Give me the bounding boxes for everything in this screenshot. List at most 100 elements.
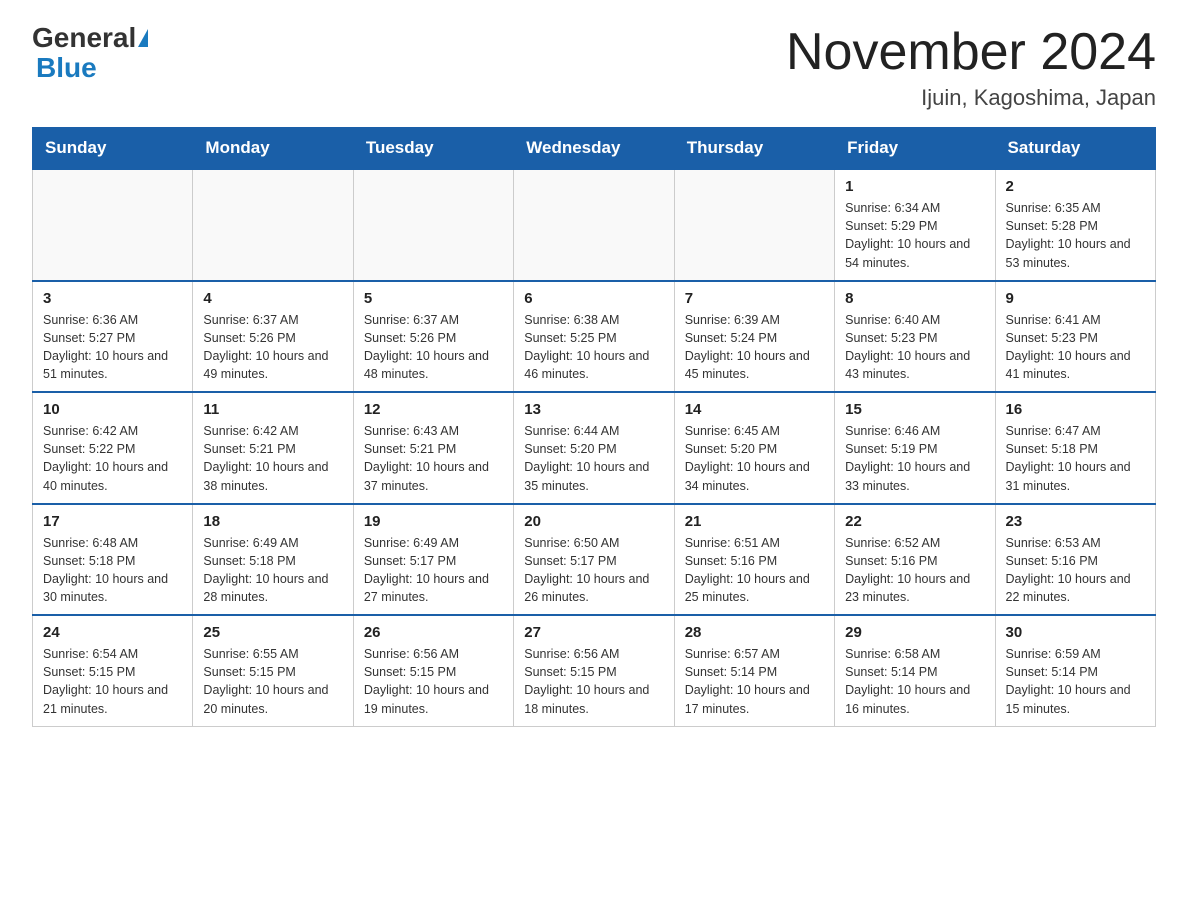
weekday-header-thursday: Thursday <box>674 128 834 170</box>
calendar-cell: 15 Sunrise: 6:46 AMSunset: 5:19 PMDayligh… <box>835 392 995 504</box>
day-number: 25 <box>203 624 342 641</box>
day-info: Sunrise: 6:42 AMSunset: 5:22 PMDaylight:… <box>43 422 182 495</box>
day-info: Sunrise: 6:39 AMSunset: 5:24 PMDaylight:… <box>685 311 824 384</box>
day-number: 11 <box>203 401 342 418</box>
calendar-week-row: 24 Sunrise: 6:54 AMSunset: 5:15 PMDayligh… <box>33 615 1156 726</box>
logo-general-text: General <box>32 24 136 52</box>
page-header: General Blue November 2024 Ijuin, Kagosh… <box>32 24 1156 111</box>
weekday-header-row: SundayMondayTuesdayWednesdayThursdayFrid… <box>33 128 1156 170</box>
calendar-cell: 10 Sunrise: 6:42 AMSunset: 5:22 PMDayligh… <box>33 392 193 504</box>
weekday-header-saturday: Saturday <box>995 128 1155 170</box>
title-section: November 2024 Ijuin, Kagoshima, Japan <box>786 24 1156 111</box>
calendar-title: November 2024 <box>786 24 1156 81</box>
day-info: Sunrise: 6:36 AMSunset: 5:27 PMDaylight:… <box>43 311 182 384</box>
day-number: 15 <box>845 401 984 418</box>
logo: General Blue <box>32 24 150 84</box>
calendar-cell: 16 Sunrise: 6:47 AMSunset: 5:18 PMDayligh… <box>995 392 1155 504</box>
day-number: 23 <box>1006 513 1145 530</box>
calendar-cell: 7 Sunrise: 6:39 AMSunset: 5:24 PMDaylight… <box>674 281 834 393</box>
day-number: 7 <box>685 290 824 307</box>
calendar-cell: 20 Sunrise: 6:50 AMSunset: 5:17 PMDayligh… <box>514 504 674 616</box>
day-number: 14 <box>685 401 824 418</box>
calendar-cell: 22Sunrise: 6:52 AMSunset: 5:16 PMDayligh… <box>835 504 995 616</box>
weekday-header-wednesday: Wednesday <box>514 128 674 170</box>
calendar-week-row: 3 Sunrise: 6:36 AMSunset: 5:27 PMDaylight… <box>33 281 1156 393</box>
day-number: 24 <box>43 624 182 641</box>
day-number: 20 <box>524 513 663 530</box>
calendar-subtitle: Ijuin, Kagoshima, Japan <box>786 85 1156 111</box>
day-number: 13 <box>524 401 663 418</box>
calendar-cell: 24 Sunrise: 6:54 AMSunset: 5:15 PMDayligh… <box>33 615 193 726</box>
calendar-week-row: 10 Sunrise: 6:42 AMSunset: 5:22 PMDayligh… <box>33 392 1156 504</box>
day-number: 12 <box>364 401 503 418</box>
day-info: Sunrise: 6:57 AMSunset: 5:14 PMDaylight:… <box>685 645 824 718</box>
day-info: Sunrise: 6:38 AMSunset: 5:25 PMDaylight:… <box>524 311 663 384</box>
day-number: 26 <box>364 624 503 641</box>
calendar-cell: 6 Sunrise: 6:38 AMSunset: 5:25 PMDaylight… <box>514 281 674 393</box>
calendar-cell: 19 Sunrise: 6:49 AMSunset: 5:17 PMDayligh… <box>353 504 513 616</box>
calendar-cell: 27Sunrise: 6:56 AMSunset: 5:15 PMDayligh… <box>514 615 674 726</box>
day-info: Sunrise: 6:50 AMSunset: 5:17 PMDaylight:… <box>524 534 663 607</box>
day-info: Sunrise: 6:43 AMSunset: 5:21 PMDaylight:… <box>364 422 503 495</box>
calendar-cell <box>193 169 353 281</box>
calendar-cell <box>514 169 674 281</box>
day-info: Sunrise: 6:49 AMSunset: 5:18 PMDaylight:… <box>203 534 342 607</box>
weekday-header-tuesday: Tuesday <box>353 128 513 170</box>
calendar-cell: 11Sunrise: 6:42 AMSunset: 5:21 PMDayligh… <box>193 392 353 504</box>
day-info: Sunrise: 6:37 AMSunset: 5:26 PMDaylight:… <box>364 311 503 384</box>
day-number: 5 <box>364 290 503 307</box>
day-info: Sunrise: 6:49 AMSunset: 5:17 PMDaylight:… <box>364 534 503 607</box>
day-info: Sunrise: 6:37 AMSunset: 5:26 PMDaylight:… <box>203 311 342 384</box>
day-info: Sunrise: 6:54 AMSunset: 5:15 PMDaylight:… <box>43 645 182 718</box>
calendar-cell <box>353 169 513 281</box>
day-info: Sunrise: 6:48 AMSunset: 5:18 PMDaylight:… <box>43 534 182 607</box>
day-number: 19 <box>364 513 503 530</box>
weekday-header-sunday: Sunday <box>33 128 193 170</box>
day-number: 8 <box>845 290 984 307</box>
day-info: Sunrise: 6:56 AMSunset: 5:15 PMDaylight:… <box>524 645 663 718</box>
day-number: 17 <box>43 513 182 530</box>
calendar-cell: 14Sunrise: 6:45 AMSunset: 5:20 PMDayligh… <box>674 392 834 504</box>
calendar-cell <box>674 169 834 281</box>
calendar-table: SundayMondayTuesdayWednesdayThursdayFrid… <box>32 127 1156 727</box>
calendar-cell: 4 Sunrise: 6:37 AMSunset: 5:26 PMDaylight… <box>193 281 353 393</box>
day-info: Sunrise: 6:46 AMSunset: 5:19 PMDaylight:… <box>845 422 984 495</box>
calendar-cell: 17 Sunrise: 6:48 AMSunset: 5:18 PMDayligh… <box>33 504 193 616</box>
calendar-cell: 18Sunrise: 6:49 AMSunset: 5:18 PMDayligh… <box>193 504 353 616</box>
calendar-cell: 23Sunrise: 6:53 AMSunset: 5:16 PMDayligh… <box>995 504 1155 616</box>
calendar-week-row: 1 Sunrise: 6:34 AMSunset: 5:29 PMDaylight… <box>33 169 1156 281</box>
logo-blue-text: Blue <box>36 52 97 83</box>
calendar-cell: 8 Sunrise: 6:40 AMSunset: 5:23 PMDaylight… <box>835 281 995 393</box>
logo-triangle-icon <box>138 29 148 47</box>
calendar-cell: 9Sunrise: 6:41 AMSunset: 5:23 PMDaylight… <box>995 281 1155 393</box>
day-number: 16 <box>1006 401 1145 418</box>
day-info: Sunrise: 6:56 AMSunset: 5:15 PMDaylight:… <box>364 645 503 718</box>
day-info: Sunrise: 6:51 AMSunset: 5:16 PMDaylight:… <box>685 534 824 607</box>
day-number: 29 <box>845 624 984 641</box>
calendar-week-row: 17 Sunrise: 6:48 AMSunset: 5:18 PMDayligh… <box>33 504 1156 616</box>
day-number: 1 <box>845 178 984 195</box>
day-number: 22 <box>845 513 984 530</box>
day-number: 2 <box>1006 178 1145 195</box>
calendar-cell: 26 Sunrise: 6:56 AMSunset: 5:15 PMDayligh… <box>353 615 513 726</box>
calendar-cell: 12 Sunrise: 6:43 AMSunset: 5:21 PMDayligh… <box>353 392 513 504</box>
calendar-cell: 30Sunrise: 6:59 AMSunset: 5:14 PMDayligh… <box>995 615 1155 726</box>
day-number: 3 <box>43 290 182 307</box>
calendar-cell: 2 Sunrise: 6:35 AMSunset: 5:28 PMDaylight… <box>995 169 1155 281</box>
day-info: Sunrise: 6:35 AMSunset: 5:28 PMDaylight:… <box>1006 199 1145 272</box>
day-info: Sunrise: 6:34 AMSunset: 5:29 PMDaylight:… <box>845 199 984 272</box>
day-number: 6 <box>524 290 663 307</box>
calendar-cell: 28 Sunrise: 6:57 AMSunset: 5:14 PMDayligh… <box>674 615 834 726</box>
day-info: Sunrise: 6:44 AMSunset: 5:20 PMDaylight:… <box>524 422 663 495</box>
day-info: Sunrise: 6:47 AMSunset: 5:18 PMDaylight:… <box>1006 422 1145 495</box>
day-number: 9 <box>1006 290 1145 307</box>
day-number: 10 <box>43 401 182 418</box>
day-info: Sunrise: 6:59 AMSunset: 5:14 PMDaylight:… <box>1006 645 1145 718</box>
day-info: Sunrise: 6:58 AMSunset: 5:14 PMDaylight:… <box>845 645 984 718</box>
day-number: 28 <box>685 624 824 641</box>
day-info: Sunrise: 6:40 AMSunset: 5:23 PMDaylight:… <box>845 311 984 384</box>
weekday-header-monday: Monday <box>193 128 353 170</box>
calendar-cell: 1 Sunrise: 6:34 AMSunset: 5:29 PMDaylight… <box>835 169 995 281</box>
calendar-cell: 21Sunrise: 6:51 AMSunset: 5:16 PMDayligh… <box>674 504 834 616</box>
day-number: 4 <box>203 290 342 307</box>
